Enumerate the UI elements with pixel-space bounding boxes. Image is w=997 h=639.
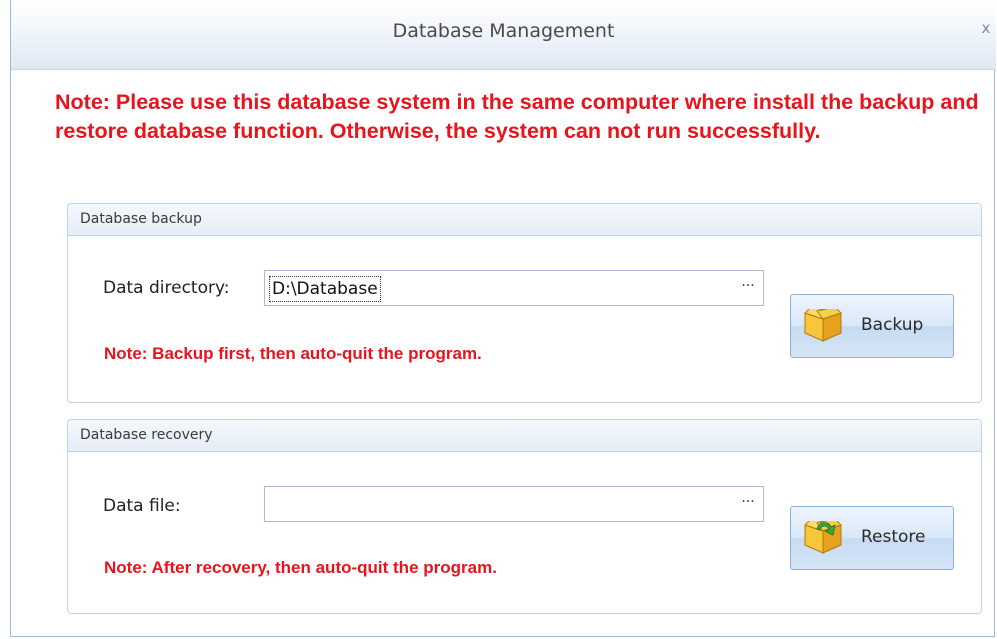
data-file-label: Data file: — [103, 496, 181, 516]
title-bar: Database Management x — [11, 0, 996, 70]
data-file-value — [269, 492, 273, 516]
backup-group-title: Database backup — [68, 204, 981, 236]
backup-group: Database backup Data directory: D:\Datab… — [67, 203, 982, 403]
data-directory-label: Data directory: — [103, 278, 230, 298]
data-directory-field[interactable]: D:\Database ··· — [264, 270, 764, 306]
database-management-window: Database Management x Note: Please use t… — [10, 0, 996, 637]
recovery-group: Database recovery Data file: ··· Note: A… — [67, 419, 982, 614]
restore-button[interactable]: Restore — [790, 506, 954, 570]
backup-button[interactable]: Backup — [790, 294, 954, 358]
data-file-field[interactable]: ··· — [264, 486, 764, 522]
restore-button-label: Restore — [861, 527, 926, 547]
recovery-group-title: Database recovery — [68, 420, 981, 452]
main-warning-note: Note: Please use this database system in… — [55, 90, 979, 143]
backup-button-label: Backup — [861, 315, 924, 335]
window-title: Database Management — [392, 20, 615, 42]
backup-note: Note: Backup first, then auto-quit the p… — [104, 344, 482, 363]
box-icon — [803, 306, 843, 343]
box-arrow-icon — [803, 518, 843, 555]
data-directory-value: D:\Database — [269, 276, 381, 302]
recovery-note: Note: After recovery, then auto-quit the… — [104, 558, 497, 577]
browse-directory-button[interactable]: ··· — [733, 271, 763, 305]
browse-file-button[interactable]: ··· — [733, 487, 763, 521]
close-icon[interactable]: x — [978, 20, 994, 36]
